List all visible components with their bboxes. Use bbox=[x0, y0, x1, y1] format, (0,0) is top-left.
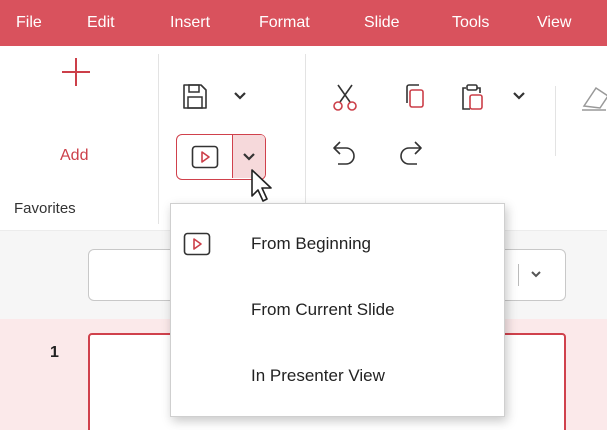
mouse-pointer-icon bbox=[251, 169, 272, 202]
menu-item-label: In Presenter View bbox=[251, 366, 385, 385]
plus-icon bbox=[62, 58, 90, 86]
play-slideshow-icon[interactable] bbox=[191, 145, 219, 169]
copy-icon[interactable] bbox=[400, 82, 430, 112]
ribbon-separator bbox=[555, 86, 556, 156]
save-icon[interactable] bbox=[180, 82, 210, 112]
ribbon-separator bbox=[158, 54, 159, 224]
menu-file[interactable]: File bbox=[16, 0, 42, 46]
chevron-down-icon[interactable] bbox=[512, 91, 526, 101]
menu-format[interactable]: Format bbox=[259, 0, 310, 46]
ribbon-separator bbox=[305, 54, 306, 224]
menu-bar: File Edit Insert Format Slide Tools View bbox=[0, 0, 607, 46]
play-slideshow-icon bbox=[183, 232, 211, 256]
favorites-group-label: Favorites bbox=[14, 200, 76, 217]
menu-item-label: From Beginning bbox=[251, 234, 372, 253]
menu-edit[interactable]: Edit bbox=[87, 0, 115, 46]
menu-insert[interactable]: Insert bbox=[170, 0, 210, 46]
slideshow-dropdown-menu: From Beginning From Current Slide In Pre… bbox=[170, 203, 505, 417]
menu-item-from-current-slide[interactable]: From Current Slide bbox=[171, 288, 504, 332]
undo-icon[interactable] bbox=[330, 138, 360, 168]
add-button-label: Add bbox=[60, 147, 89, 164]
chevron-down-icon bbox=[243, 153, 255, 161]
menu-item-from-beginning[interactable]: From Beginning bbox=[171, 222, 504, 266]
redo-icon[interactable] bbox=[395, 138, 425, 168]
cut-icon[interactable] bbox=[330, 82, 360, 112]
menu-item-label: From Current Slide bbox=[251, 300, 395, 319]
slide-number: 1 bbox=[50, 344, 59, 361]
menu-tools[interactable]: Tools bbox=[452, 0, 489, 46]
eraser-icon[interactable] bbox=[578, 82, 607, 112]
menu-slide[interactable]: Slide bbox=[364, 0, 400, 46]
paste-icon[interactable] bbox=[458, 82, 488, 112]
menu-item-in-presenter-view[interactable]: In Presenter View bbox=[171, 354, 504, 398]
menu-view[interactable]: View bbox=[537, 0, 571, 46]
layout-selector-divider bbox=[518, 264, 519, 286]
chevron-down-icon[interactable] bbox=[233, 91, 247, 101]
chevron-down-icon[interactable] bbox=[530, 270, 542, 279]
